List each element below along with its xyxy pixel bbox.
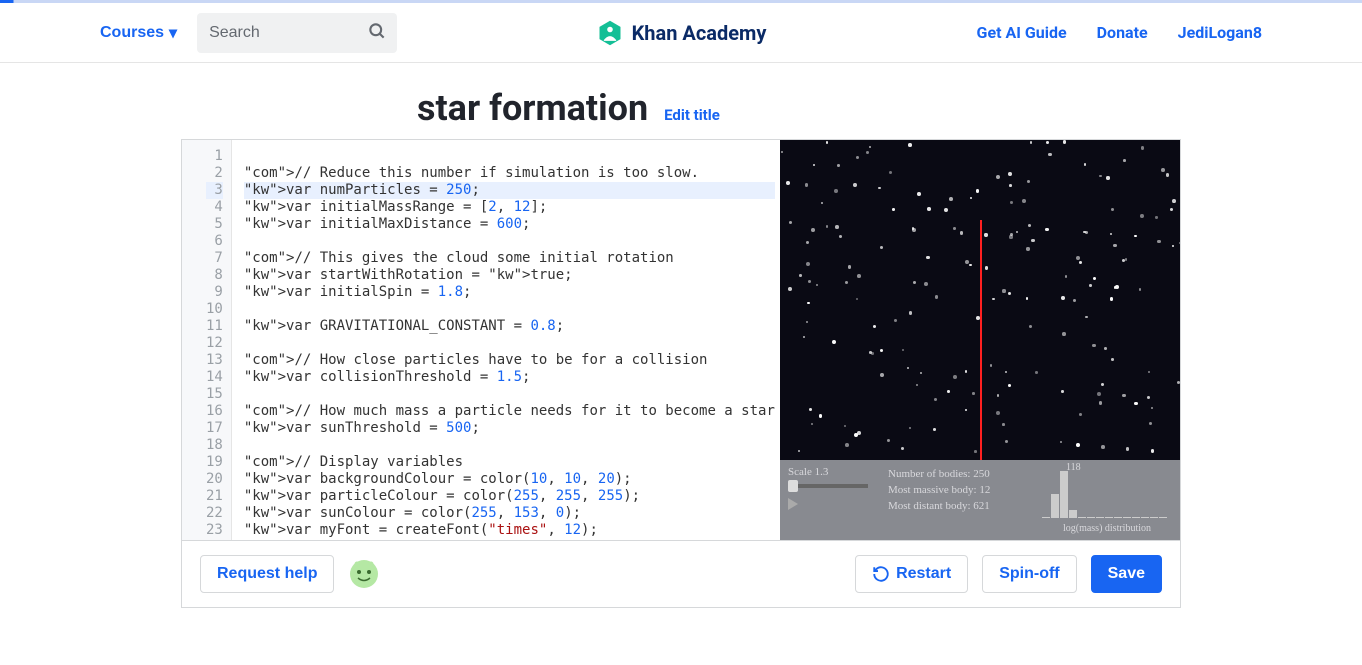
ai-guide-link[interactable]: Get AI Guide	[977, 23, 1067, 42]
site-header: Courses ▾ Khan Academy Get AI Guide Dona…	[0, 3, 1362, 63]
request-help-button[interactable]: Request help	[200, 555, 334, 593]
courses-menu-button[interactable]: Courses ▾	[100, 23, 177, 43]
brand-name: Khan Academy	[632, 21, 767, 45]
courses-label: Courses	[100, 24, 164, 42]
stat-massive: Most massive body: 12	[888, 482, 1032, 498]
stat-bodies: Number of bodies: 250	[888, 466, 1032, 482]
page-title: star formation	[417, 87, 648, 129]
play-icon[interactable]	[788, 498, 798, 510]
user-menu-link[interactable]: JediLogan8	[1178, 23, 1262, 42]
save-button[interactable]: Save	[1091, 555, 1162, 593]
edit-title-button[interactable]: Edit title	[664, 106, 720, 124]
search-input[interactable]	[197, 24, 357, 42]
logo-icon	[596, 19, 624, 47]
donate-link[interactable]: Donate	[1097, 23, 1148, 42]
code-editor[interactable]: 123456789101112131415161718192021222324 …	[182, 140, 780, 540]
simulation-hud: Scale 1.3 Number of bodies: 250 Most mas…	[780, 460, 1180, 540]
restart-icon	[872, 565, 890, 583]
line-gutter: 123456789101112131415161718192021222324	[182, 140, 232, 540]
spinoff-button[interactable]: Spin-off	[982, 555, 1076, 593]
mass-distribution-chart	[1042, 468, 1172, 518]
search-container	[197, 13, 397, 53]
output-canvas[interactable]: Scale 1.3 Number of bodies: 250 Most mas…	[780, 140, 1180, 540]
angular-momentum-line	[980, 220, 982, 460]
stat-distant: Most distant body: 621	[888, 498, 1032, 514]
code-area[interactable]: "com">// Reduce this number if simulatio…	[232, 140, 780, 540]
caret-down-icon: ▾	[169, 23, 177, 43]
workspace: 123456789101112131415161718192021222324 …	[181, 139, 1181, 541]
search-icon[interactable]	[367, 21, 387, 45]
brand-logo[interactable]: Khan Academy	[596, 19, 767, 47]
restart-button[interactable]: Restart	[855, 555, 968, 593]
scale-slider[interactable]	[788, 484, 868, 488]
action-footer: Request help Restart Spin-off Save	[181, 541, 1181, 608]
buddy-avatar-icon[interactable]	[348, 558, 380, 590]
scale-label: Scale 1.3	[788, 466, 878, 478]
chart-label: log(mass) distribution	[1042, 523, 1172, 534]
